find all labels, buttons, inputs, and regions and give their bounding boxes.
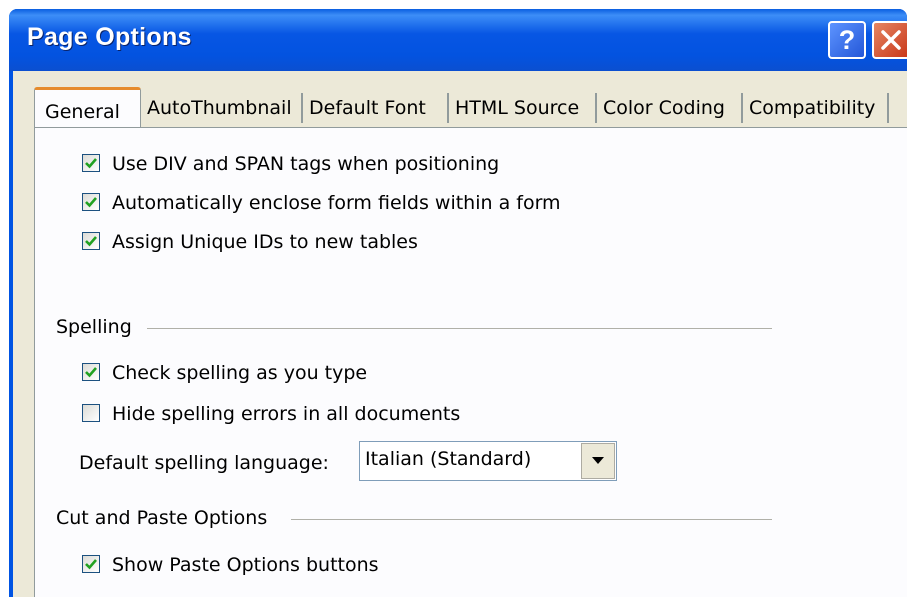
chevron-down-icon (592, 457, 604, 464)
checkbox[interactable] (82, 404, 100, 422)
option-label: Use DIV and SPAN tags when positioning (112, 153, 500, 175)
option-label: Assign Unique IDs to new tables (112, 231, 418, 253)
cut-paste-group-label: Cut and Paste Options (56, 507, 268, 529)
tab-compatibility[interactable]: Compatibility (743, 93, 889, 123)
checkbox[interactable] (82, 555, 100, 573)
help-button[interactable]: ? (828, 21, 866, 59)
tab-default-font[interactable]: Default Font (303, 93, 449, 123)
general-tab-panel: Use DIV and SPAN tags when positioning A… (34, 127, 907, 597)
close-button[interactable] (872, 21, 907, 59)
dialog-body: General AutoThumbnail Default Font HTML … (13, 71, 907, 597)
dropdown-button[interactable] (581, 443, 615, 479)
tab-autothumbnail[interactable]: AutoThumbnail (141, 93, 303, 123)
tab-html-source[interactable]: HTML Source (449, 93, 597, 123)
spelling-language-select[interactable]: Italian (Standard) (359, 441, 617, 481)
checkbox[interactable] (82, 193, 100, 211)
tab-strip: General AutoThumbnail Default Font HTML … (13, 71, 907, 127)
option-label: Automatically enclose form fields within… (112, 192, 561, 214)
dialog-title: Page Options (27, 23, 192, 51)
spelling-language-label: Default spelling language: (79, 452, 329, 474)
checkbox[interactable] (82, 232, 100, 250)
option-label: Show Paste Options buttons (112, 554, 379, 576)
tab-label: Compatibility (749, 97, 876, 119)
tab-label: HTML Source (455, 97, 580, 119)
help-icon: ? (838, 25, 856, 55)
group-divider (147, 328, 772, 329)
spelling-group-label: Spelling (56, 316, 132, 338)
option-label: Check spelling as you type (112, 362, 368, 384)
close-icon (881, 30, 901, 50)
checkmark-icon (85, 367, 97, 378)
tab-label: Color Coding (603, 97, 725, 119)
tab-label: General (45, 101, 120, 123)
group-divider (291, 519, 772, 520)
checkmark-icon (85, 559, 97, 570)
tab-label: Default Font (309, 97, 426, 119)
checkbox[interactable] (82, 363, 100, 381)
checkmark-icon (85, 158, 97, 169)
option-label: Hide spelling errors in all documents (112, 403, 461, 425)
checkmark-icon (85, 197, 97, 208)
tab-label: AutoThumbnail (147, 97, 292, 119)
checkmark-icon (85, 236, 97, 247)
tab-general[interactable]: General (34, 87, 141, 127)
selected-language: Italian (Standard) (365, 448, 532, 470)
dialog-window: Page Options ? General AutoThumbnail Def… (9, 9, 907, 597)
title-bar[interactable]: Page Options ? (9, 9, 907, 71)
checkbox[interactable] (82, 154, 100, 172)
tab-color-coding[interactable]: Color Coding (597, 93, 743, 123)
